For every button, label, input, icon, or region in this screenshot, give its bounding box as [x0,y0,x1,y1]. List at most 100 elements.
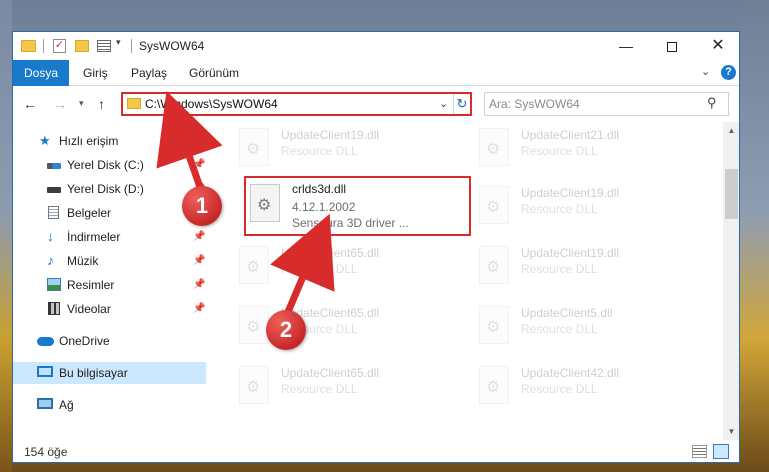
properties-check-icon[interactable]: ✓ [53,39,66,53]
title-separator [131,39,132,53]
documents-icon [48,206,59,219]
videos-icon [48,302,60,315]
star-icon: ★ [39,133,51,148]
minimize-button[interactable]: — [603,32,649,60]
maximize-icon [667,42,677,53]
dll-file-icon [239,366,269,404]
properties-icon[interactable] [97,40,111,52]
tab-giris[interactable]: Giriş [83,60,108,86]
sidebar-item-documents[interactable]: Belgeler 📌 [13,202,206,224]
expand-ribbon-chevron-icon[interactable]: ⌄ [701,65,710,78]
new-folder-icon[interactable] [75,40,89,52]
search-box[interactable]: ⚲ [484,92,729,116]
list-item[interactable]: UpdateClient19.dll Resource DLL [473,180,698,232]
details-view-icon[interactable] [692,445,707,458]
tiles-view-icon[interactable] [713,444,729,459]
address-path[interactable]: C:\Windows\SysWOW64 [145,97,278,111]
list-item[interactable]: UpdateClient65.dll Resource DLL [233,360,458,412]
tab-gorunum[interactable]: Görünüm [189,60,239,86]
scrollbar-thumb[interactable] [725,169,738,219]
recent-locations-chevron-icon[interactable]: ▾ [79,98,84,109]
sidebar-item-label: Ağ [59,398,74,412]
pin-icon[interactable]: 📌 [193,298,205,320]
sidebar-item-pictures[interactable]: Resimler 📌 [13,274,206,296]
help-icon[interactable]: ? [721,65,736,80]
sidebar-item-label: Bu bilgisayar [59,366,128,380]
music-icon: ♪ [47,252,54,268]
up-arrow-icon[interactable]: ↑ [98,96,105,112]
tab-paylas[interactable]: Paylaş [131,60,167,86]
status-bar: 154 öğe [13,440,739,462]
pin-icon[interactable]: 📌 [193,250,205,272]
search-input[interactable] [489,96,699,112]
sidebar-item-local-disk-c[interactable]: Yerel Disk (C:) 📌 [13,154,206,176]
file-name: crlds3d.dll [292,182,347,196]
forward-arrow-icon[interactable]: → [53,96,67,112]
navigation-bar: ← → ▾ ↑ C:\Windows\SysWOW64 ⌄ ↻ ⚲ [13,87,739,121]
pin-icon[interactable]: 📌 [193,226,205,248]
drive-icon [47,163,61,169]
quick-access-separator [43,39,44,53]
dll-file-icon [479,186,509,224]
address-dropdown-chevron-icon[interactable]: ⌄ [439,97,448,110]
vertical-scrollbar[interactable]: ▲ ▼ [723,122,739,440]
maximize-button[interactable] [649,32,695,60]
sidebar-item-label: Hızlı erişim [59,134,119,148]
dll-file-icon [250,184,280,222]
sidebar-item-quick-access[interactable]: ★ Hızlı erişim [13,130,206,152]
folder-icon [21,40,36,52]
list-item[interactable]: UpdateClient19.dll Resource DLL [473,240,698,292]
dll-file-icon [239,306,269,344]
sidebar-item-onedrive[interactable]: OneDrive [13,330,206,352]
customize-toolbar-chevron-icon[interactable]: ▾ [116,37,121,53]
tab-dosya[interactable]: Dosya [13,60,69,86]
list-item[interactable]: UpdateClient5.dll Resource DLL [473,300,698,352]
sidebar-item-label: Yerel Disk (D:) [67,182,144,196]
sidebar-item-music[interactable]: ♪ Müzik 📌 [13,250,206,272]
desktop-background-left [0,0,12,472]
list-item[interactable]: UpdateClient65.dll Resource DLL [233,240,458,292]
pictures-icon [47,278,61,291]
file-type: Resource DLL [521,322,598,336]
sidebar-item-label: Yerel Disk (C:) [67,158,144,172]
search-icon[interactable]: ⚲ [707,95,717,111]
scroll-up-arrow-icon[interactable]: ▲ [723,122,739,139]
close-button[interactable]: ✕ [695,32,739,60]
title-bar: ✓ ▾ SysWOW64 — ✕ [13,32,739,60]
list-item[interactable]: UpdateClient19.dll Resource DLL [233,122,458,174]
file-name: UpdateClient21.dll [521,128,620,142]
dll-file-icon [239,246,269,284]
window-title: SysWOW64 [139,39,205,53]
item-count: 154 öğe [24,445,68,459]
pin-icon[interactable]: 📌 [193,154,205,176]
file-type: Resource DLL [521,262,598,276]
scroll-down-arrow-icon[interactable]: ▼ [723,423,739,440]
sidebar-item-label: OneDrive [59,334,110,348]
sidebar-item-videos[interactable]: Videolar 📌 [13,298,206,320]
file-name: UpdateClient19.dll [521,186,620,200]
ribbon-tabs: Dosya Giriş Paylaş Görünüm ⌄ ? [13,60,739,86]
refresh-icon[interactable]: ↻ [453,94,470,114]
file-name: UpdateClient19.dll [521,246,620,260]
onedrive-icon [37,337,54,346]
dll-file-icon [479,306,509,344]
dll-file-icon [479,128,509,166]
highlighted-dll-file[interactable]: crlds3d.dll 4.12.1.2002 Sensaura 3D driv… [244,176,471,236]
list-item[interactable]: UpdateClient42.dll Resource DLL [473,360,698,412]
file-type: Resource DLL [281,262,358,276]
back-arrow-icon[interactable]: ← [23,96,37,112]
file-name: UpdateClient5.dll [521,306,613,320]
sidebar-item-downloads[interactable]: ↓ İndirmeler 📌 [13,226,206,248]
file-type: Resource DLL [281,382,358,396]
folder-icon [127,98,141,109]
list-item[interactable]: UpdateClient21.dll Resource DLL [473,122,698,174]
sidebar-item-network[interactable]: Ağ [13,394,206,416]
dll-file-icon [479,366,509,404]
desktop-background-right [740,0,769,472]
sidebar-item-local-disk-d[interactable]: Yerel Disk (D:) 📌 [13,178,206,200]
pin-icon[interactable]: 📌 [193,274,205,296]
sidebar-item-this-pc[interactable]: Bu bilgisayar [13,362,206,384]
downloads-icon: ↓ [47,228,54,244]
sidebar-item-label: İndirmeler [67,230,121,244]
address-bar[interactable]: C:\Windows\SysWOW64 ⌄ ↻ [121,92,472,116]
